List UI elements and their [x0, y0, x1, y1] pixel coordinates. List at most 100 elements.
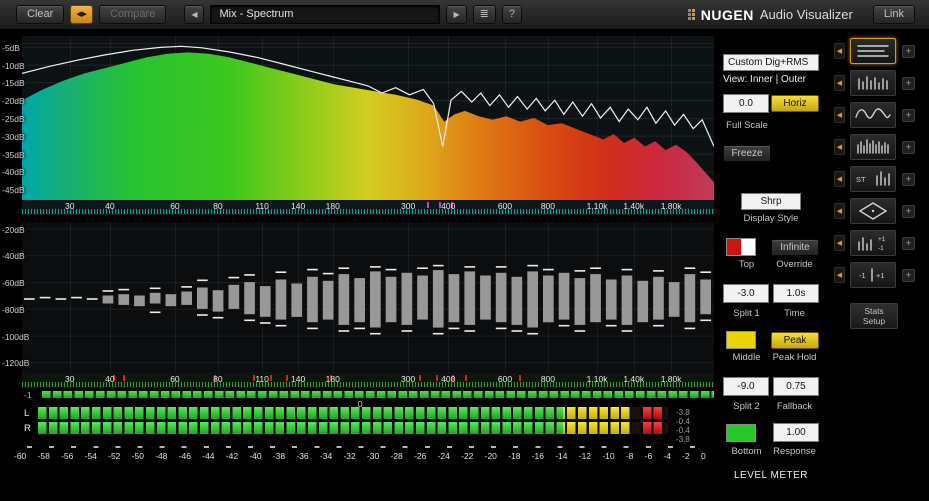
db-axis-label: -20dB	[2, 224, 25, 235]
peak-dash	[275, 324, 287, 327]
dock-add-button[interactable]: +	[902, 204, 915, 218]
display-style-select[interactable]: Shrp	[741, 193, 801, 210]
axis-tick	[123, 375, 126, 381]
left-triangle-icon: ◀	[836, 143, 843, 151]
peak-dash	[527, 264, 538, 267]
peak-dash	[370, 266, 381, 268]
dock-row: ◀ +	[834, 70, 926, 96]
preset-list-button[interactable]: ≣	[472, 5, 496, 24]
peak-dash	[102, 290, 114, 292]
dock-expand-button[interactable]: ◀	[834, 235, 845, 251]
left-triangle-icon: ◀	[836, 79, 843, 87]
freq-axis-label: 60	[170, 201, 180, 211]
view-button-spectrum-dense[interactable]	[850, 134, 896, 160]
nugen-brand: NUGEN Audio Visualizer	[687, 7, 853, 23]
stats-setup-button[interactable]: Stats Setup	[850, 303, 898, 329]
view-button-correlation-bars[interactable]: +1 -1	[850, 230, 896, 256]
left-triangle-icon: ◀	[836, 175, 843, 183]
play-button[interactable]: ▶	[446, 5, 467, 24]
dock-add-button[interactable]: +	[902, 236, 915, 250]
bottom-color-swatch[interactable]	[726, 423, 756, 442]
spectrum-bars-display[interactable]: -20dB -40dB -60dB -80dB -100dB -120dB	[2, 222, 714, 373]
freq-axis-label: 800	[540, 201, 555, 211]
db-axis-label: -45dB	[2, 185, 25, 196]
time-input[interactable]	[773, 284, 819, 303]
dock-add-button[interactable]: +	[902, 76, 915, 90]
dock-add-button[interactable]: +	[902, 44, 915, 58]
view-button-spectrum-bars[interactable]	[850, 70, 896, 96]
spectrum-display[interactable]: -5dB -10dB -15dB -20dB -25dB -30dB -35dB -40dB -…	[2, 36, 714, 200]
clear-button[interactable]: Clear	[16, 5, 65, 24]
left-triangle-icon: ◀	[836, 47, 843, 55]
peak-dash	[464, 266, 476, 268]
peak-dash	[684, 327, 696, 330]
left-arrow-icon: ◀	[191, 10, 198, 19]
dock-add-button[interactable]: +	[902, 268, 915, 282]
view-button-stereo-spectrum[interactable]: ST	[850, 166, 896, 192]
freq-axis-label: 180	[325, 374, 340, 384]
dock-expand-button[interactable]: ◀	[834, 139, 845, 155]
dock-expand-button[interactable]: ◀	[834, 43, 845, 59]
peak-dash	[181, 286, 192, 288]
spectrum-bar	[543, 275, 554, 323]
dock-add-button[interactable]: +	[902, 108, 915, 122]
view-button-spectrum[interactable]	[850, 38, 896, 64]
position-track[interactable]: 0	[42, 391, 714, 409]
compare-button[interactable]: Compare	[99, 5, 167, 24]
full-scale-input[interactable]	[723, 94, 769, 113]
dock-add-button[interactable]: +	[902, 140, 915, 154]
peak-dash	[684, 267, 696, 269]
view-button-waveform[interactable]	[850, 102, 896, 128]
dock-row: ◀ +1 -1 +	[834, 230, 926, 256]
dock-expand-button[interactable]: ◀	[834, 107, 845, 123]
preset-selector[interactable]: Mix - Spectrum	[210, 5, 441, 24]
dock-add-button[interactable]: +	[902, 172, 915, 186]
response-input[interactable]	[773, 423, 819, 442]
spectrum-bar	[621, 275, 633, 325]
product-name: Audio Visualizer	[759, 7, 853, 22]
help-button[interactable]: ?	[501, 5, 522, 24]
view-button-vectorscope[interactable]	[850, 198, 896, 224]
meter-scale-label: -18	[508, 451, 521, 461]
dock-expand-button[interactable]: ◀	[834, 75, 845, 91]
freeze-button[interactable]: Freeze	[723, 145, 771, 162]
freq-axis-label: 40	[105, 201, 115, 211]
spectrum-bar	[370, 271, 381, 328]
meter-scale-label: -30	[366, 451, 380, 461]
db-axis-label: -120dB	[2, 358, 30, 369]
fallback-input[interactable]	[773, 377, 819, 396]
correlation-bars-icon: +1 -1	[858, 236, 886, 252]
spectrum-bar	[338, 274, 350, 325]
db-axis-label: -30dB	[2, 131, 25, 142]
top-color-swatch[interactable]	[726, 238, 756, 256]
ab-swap-button[interactable]: ◀▶	[70, 5, 94, 24]
dock-row: ◀ +	[834, 134, 926, 160]
link-button[interactable]: Link	[872, 5, 915, 24]
spectrum-bar	[259, 286, 271, 317]
peak-dash	[621, 330, 633, 332]
view-button-correlation-meter[interactable]: -1 +1	[850, 262, 896, 288]
dock-expand-button[interactable]: ◀	[834, 203, 845, 219]
middle-color-swatch[interactable]	[726, 331, 756, 349]
dock-expand-button[interactable]: ◀	[834, 267, 845, 283]
split2-input[interactable]	[723, 377, 769, 396]
meter-scale-label: -26	[414, 451, 427, 461]
meter-value: -3.8	[676, 408, 690, 417]
spectrum-bars-graph	[24, 264, 711, 335]
split1-input[interactable]	[723, 284, 769, 303]
view-mode-label: View: Inner | Outer	[723, 74, 807, 85]
spectrum-bar	[322, 280, 334, 320]
spectrum-bar	[480, 275, 491, 320]
horiz-button[interactable]: Horiz	[771, 95, 819, 112]
dock-expand-button[interactable]: ◀	[834, 171, 845, 187]
previous-preset-button[interactable]: ◀	[184, 5, 205, 24]
meter-scale-ticks	[27, 446, 695, 448]
peak-button[interactable]: Peak	[771, 331, 819, 349]
override-button[interactable]: Infinite	[771, 238, 819, 256]
meter-preset-select[interactable]: Custom Dig+RMS	[723, 54, 819, 71]
peak-dash	[543, 268, 554, 271]
svg-text:+1: +1	[876, 271, 885, 280]
spectrum-bar	[684, 274, 696, 323]
meter-value: -0.4	[676, 426, 690, 435]
freq-axis-label: 800	[540, 374, 555, 384]
